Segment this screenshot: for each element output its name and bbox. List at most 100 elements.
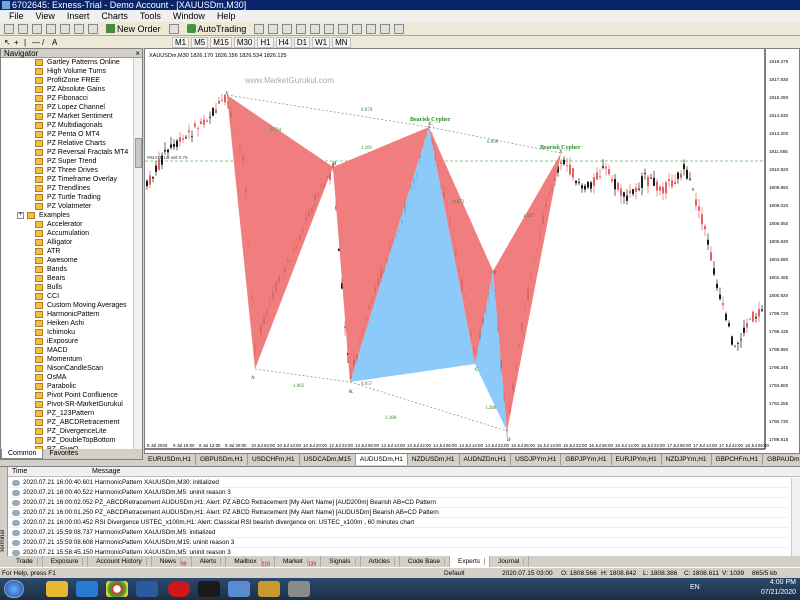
tab-experts[interactable]: Experts xyxy=(449,556,491,567)
log-row[interactable]: 2020.07.21 16:00:01.250 PZ_ABCDRetracemen… xyxy=(8,508,788,518)
timeframe-d1[interactable]: D1 xyxy=(293,36,311,48)
navigator-item[interactable]: ProfitZone FREE xyxy=(1,76,135,85)
log-row[interactable]: 2020.07.21 16:00:40.522 HarmonicPattern X… xyxy=(8,488,788,498)
tab-trade[interactable]: Trade xyxy=(8,556,43,567)
navigator-item[interactable]: PZ Penta O MT4 xyxy=(1,130,135,139)
line-chart-icon[interactable] xyxy=(282,23,293,34)
tab-mailbox[interactable]: Mailbox 218 xyxy=(226,556,275,567)
timeframe-w1[interactable]: W1 xyxy=(312,36,331,48)
tab-common[interactable]: Common xyxy=(1,449,44,459)
menu-insert[interactable]: Insert xyxy=(62,10,95,22)
autoscroll-icon[interactable] xyxy=(338,23,349,34)
navigator-item[interactable]: MACD xyxy=(1,346,135,355)
cursor-icon[interactable]: ↖ xyxy=(4,38,12,47)
navigator-item[interactable]: Bands xyxy=(1,265,135,274)
chart-tab[interactable]: USDCADm,M15 xyxy=(300,454,356,465)
tab-alerts[interactable]: Alerts xyxy=(192,556,227,567)
navigator-item[interactable]: Parabolic xyxy=(1,382,135,391)
timeframe-h4[interactable]: H4 xyxy=(275,36,292,48)
navigator-item[interactable]: iExposure xyxy=(1,337,135,346)
data-window-icon[interactable] xyxy=(46,23,56,34)
chart-tab[interactable]: AUDUSDm,H1 xyxy=(355,454,408,465)
navigator-item[interactable]: NisonCandleScan xyxy=(1,364,135,373)
navigator-item[interactable]: Pivot Point Confluence xyxy=(1,391,135,400)
tab-signals[interactable]: Signals xyxy=(321,556,361,567)
timeframe-h1[interactable]: H1 xyxy=(257,36,274,48)
navigator-item[interactable]: Awesome xyxy=(1,256,135,265)
terminal-app-icon[interactable] xyxy=(198,581,220,597)
menu-file[interactable]: File xyxy=(4,10,29,22)
settings-app-icon[interactable] xyxy=(288,581,310,597)
periods-icon[interactable] xyxy=(380,23,391,34)
zoom-out-icon[interactable] xyxy=(310,23,321,34)
menu-view[interactable]: View xyxy=(31,10,60,22)
bar-chart-icon[interactable] xyxy=(254,23,265,34)
terminal-icon[interactable] xyxy=(74,23,84,34)
navigator-item[interactable]: PZ Timeframe Overlay xyxy=(1,175,135,184)
chart-window[interactable]: XAUUSDm,M30 1826.170 1826.156 1826.534 1… xyxy=(144,48,800,454)
menu-window[interactable]: Window xyxy=(168,10,210,22)
chart-tab[interactable]: USDCHFm,H1 xyxy=(248,454,300,465)
navigator-item[interactable]: PZ Reversal Fractals MT4 xyxy=(1,148,135,157)
navigator-item[interactable]: Bulls xyxy=(1,283,135,292)
navigator-item[interactable]: CCI xyxy=(1,292,135,301)
templates-icon[interactable] xyxy=(394,23,405,34)
tester-icon[interactable] xyxy=(88,23,98,34)
window-app-icon[interactable] xyxy=(228,581,250,597)
navigator-item[interactable]: OsMA xyxy=(1,373,135,382)
system-clock[interactable]: 4:00 PM 07/21/2020 xyxy=(761,578,796,598)
chart-tab[interactable]: GBPJPYm,H1 xyxy=(561,454,612,465)
navigator-item[interactable]: PZ Fibonacci xyxy=(1,94,135,103)
chart-tab[interactable]: NZDUSDm,H1 xyxy=(408,454,460,465)
candlestick-icon[interactable] xyxy=(268,23,279,34)
vertical-line-icon[interactable]: | xyxy=(24,38,30,47)
metaeditor-icon[interactable] xyxy=(168,23,179,34)
tab-market[interactable]: Market 139 xyxy=(275,556,322,567)
file-explorer-icon[interactable] xyxy=(46,581,68,597)
navigator-item[interactable]: High Volume Turns xyxy=(1,67,135,76)
navigator-item[interactable]: PZ_DoubleTopBottom xyxy=(1,436,135,445)
navigator-item[interactable]: Accumulation xyxy=(1,229,135,238)
log-row[interactable]: 2020.07.21 16:00:02.052 PZ_ABCDRetracemen… xyxy=(8,498,788,508)
log-row[interactable]: 2020.07.21 16:00:40.601 HarmonicPattern X… xyxy=(8,478,788,488)
timeframe-m30[interactable]: M30 xyxy=(233,36,256,48)
profiles-icon[interactable] xyxy=(18,23,28,34)
timeframe-m15[interactable]: M15 xyxy=(210,36,232,48)
chrome-icon[interactable] xyxy=(106,581,128,597)
navigator-item[interactable]: HarmonicPattern xyxy=(1,310,135,319)
timeframe-mn[interactable]: MN xyxy=(332,36,351,48)
navigator-item[interactable]: Custom Moving Averages xyxy=(1,301,135,310)
chart-tab[interactable]: GBPCHFm,H1 xyxy=(712,454,764,465)
expand-icon[interactable]: + xyxy=(17,212,24,219)
zoom-in-icon[interactable] xyxy=(296,23,307,34)
text-icon[interactable]: A xyxy=(52,38,60,47)
navigator-item[interactable]: Heiken Ashi xyxy=(1,319,135,328)
column-message[interactable]: Message xyxy=(88,467,120,476)
navigator-item[interactable]: PZ Absolute Gains xyxy=(1,85,135,94)
menu-help[interactable]: Help xyxy=(212,10,241,22)
navigator-item[interactable]: Alligator xyxy=(1,238,135,247)
chart-tab[interactable]: NZDJPYm,H1 xyxy=(662,454,712,465)
chart-tab[interactable]: USDJPYm,H1 xyxy=(511,454,562,465)
navigator-scrollbar[interactable] xyxy=(133,58,142,450)
new-order-button[interactable]: New Order xyxy=(102,23,165,35)
navigator-item[interactable]: PZ Super Trend xyxy=(1,157,135,166)
price-chart[interactable]: XAUUSDm,M30 1826.170 1826.156 1826.534 1… xyxy=(145,49,800,455)
word-icon[interactable] xyxy=(136,581,158,597)
chart-tab[interactable]: GBPAUDm,H1 xyxy=(763,454,800,465)
navigator-item[interactable]: PZ Turtle Trading xyxy=(1,193,135,202)
scroll-thumb[interactable] xyxy=(135,138,142,168)
chart-shift-icon[interactable] xyxy=(352,23,363,34)
navigator-item[interactable]: PZ_123Pattern xyxy=(1,409,135,418)
navigator-item[interactable]: PZ Lopez Channel xyxy=(1,103,135,112)
autotrading-button[interactable]: AutoTrading xyxy=(183,23,251,35)
navigator-item[interactable]: PZ Market Sentiment xyxy=(1,112,135,121)
start-button[interactable] xyxy=(4,580,24,598)
navigator-item[interactable]: Pivot-SR-MarketGurukul xyxy=(1,400,135,409)
navigator-item[interactable]: Bears xyxy=(1,274,135,283)
timeframe-m1[interactable]: M1 xyxy=(172,36,190,48)
tab-favorites[interactable]: Favorites xyxy=(43,449,84,459)
navigator-item[interactable]: ATR xyxy=(1,247,135,256)
indicators-icon[interactable] xyxy=(366,23,377,34)
navigator-item[interactable]: PZ Relative Charts xyxy=(1,139,135,148)
